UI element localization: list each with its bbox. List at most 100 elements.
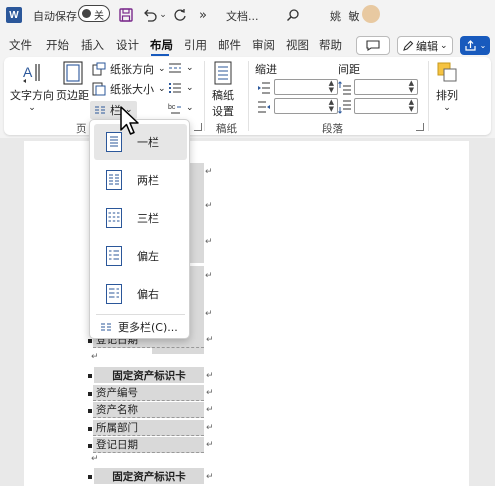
spin-arrows-icon[interactable]: ▲ ▼ xyxy=(409,80,414,94)
share-dropdown-icon: ⌄ xyxy=(479,41,487,50)
cell-mark: ↵ xyxy=(205,309,213,319)
tab-design[interactable]: 设计 xyxy=(116,37,139,53)
spin-arrows-icon[interactable]: ▲ ▼ xyxy=(329,80,334,94)
autosave-toggle[interactable]: 关 xyxy=(78,5,110,22)
tab-mailings[interactable]: 邮件 xyxy=(218,37,241,53)
tab-view[interactable]: 视图 xyxy=(286,37,309,53)
tab-layout[interactable]: 布局 xyxy=(150,37,173,53)
undo-dropdown-icon[interactable]: ⌄ xyxy=(158,5,168,25)
share-button[interactable]: ⌄ xyxy=(460,36,490,55)
svg-text:bc: bc xyxy=(168,104,176,111)
menu-item-label: 偏左 xyxy=(137,250,159,263)
menu-item-two-columns[interactable]: 两栏 xyxy=(94,162,187,198)
indent-right-icon xyxy=(258,101,270,113)
page-setup-launcher-icon[interactable] xyxy=(194,123,202,131)
menu-item-left[interactable]: 偏左 xyxy=(94,238,187,274)
spacing-label: 间距 xyxy=(338,63,360,76)
more-columns-label: 更多栏(C)... xyxy=(118,321,178,334)
margins-label: 页边距 xyxy=(56,89,89,102)
search-icon[interactable] xyxy=(284,5,302,25)
tab-references[interactable]: 引用 xyxy=(184,37,207,53)
autosave-label: 自动保存 xyxy=(33,10,77,23)
spacing-after-input[interactable]: ▲ ▼ xyxy=(354,98,418,114)
paragraph-launcher-icon[interactable] xyxy=(416,123,424,131)
text-direction-label: 文字方向 xyxy=(10,89,54,102)
text-direction-button[interactable]: A 文字方向 ⌄ xyxy=(10,61,54,113)
margins-icon xyxy=(62,61,83,85)
arrange-label: 排列 xyxy=(436,89,458,102)
table-row: 所属部门 xyxy=(93,420,204,436)
hyphenation-button[interactable]: bc ⌄ xyxy=(168,101,194,115)
page-setup-group-label: 页 xyxy=(76,123,87,135)
menu-separator xyxy=(96,314,185,315)
bullet-marker xyxy=(88,427,92,431)
chevron-down-icon: ⌄ xyxy=(28,103,36,113)
size-button[interactable]: 纸张大小 ⌄ xyxy=(92,81,166,97)
menu-item-three-columns[interactable]: 三栏 xyxy=(94,200,187,236)
spacing-before-icon xyxy=(338,81,351,95)
text-direction-icon: A xyxy=(23,64,40,83)
menu-item-label: 三栏 xyxy=(137,212,159,225)
active-tab-indicator xyxy=(151,54,169,56)
tab-review[interactable]: 审阅 xyxy=(252,37,275,53)
orientation-button[interactable]: 纸张方向 ⌄ xyxy=(92,61,166,77)
cell-mark: ↵ xyxy=(205,271,213,281)
comment-button[interactable] xyxy=(356,36,390,55)
paper-size-icon xyxy=(92,82,106,96)
word-app-icon: W xyxy=(6,7,22,23)
svg-text:A: A xyxy=(23,64,33,80)
cell-mark: ↵ xyxy=(206,371,214,381)
table-row: 登记日期 xyxy=(93,437,204,453)
more-commands-icon[interactable]: » xyxy=(196,5,210,25)
mouse-cursor-icon xyxy=(120,106,139,135)
cell-mark: ↵ xyxy=(206,405,214,415)
table-row: 资产名称 xyxy=(93,402,204,418)
card-title: 固定资产标识卡 xyxy=(94,367,204,383)
tab-help[interactable]: 帮助 xyxy=(319,37,342,53)
editing-mode-button[interactable]: 编辑 ⌄ xyxy=(397,36,453,55)
cell-mark: ↵ xyxy=(206,472,214,482)
tab-insert[interactable]: 插入 xyxy=(81,37,104,53)
group-divider xyxy=(248,61,249,131)
avatar[interactable] xyxy=(362,5,380,23)
redo-icon[interactable] xyxy=(171,5,189,25)
draft-paper-label-line1: 稿纸 xyxy=(212,89,234,102)
menu-item-more-columns[interactable]: 更多栏(C)... xyxy=(100,319,178,335)
bullet-marker xyxy=(88,409,92,413)
breaks-button[interactable]: ⌄ xyxy=(168,61,194,75)
group-divider xyxy=(428,61,429,131)
bullet-marker xyxy=(88,374,92,378)
margins-button[interactable]: 页边距 xyxy=(56,61,89,103)
title-bar: W 自动保存 关 ⌄ » 文档... 姚 敏 xyxy=(0,0,495,32)
draft-paper-button[interactable]: 稿纸 设置 xyxy=(212,61,234,119)
comment-icon xyxy=(366,40,380,51)
save-icon[interactable] xyxy=(117,5,135,25)
spacing-before-input[interactable]: ▲ ▼ xyxy=(354,79,418,95)
group-divider xyxy=(204,61,205,131)
tab-home[interactable]: 开始 xyxy=(46,37,69,53)
cell-mark: ↵ xyxy=(206,423,214,433)
document-title[interactable]: 文档... xyxy=(226,8,259,24)
tab-file[interactable]: 文件 xyxy=(9,37,32,53)
user-name[interactable]: 姚 敏 xyxy=(330,8,362,24)
spin-arrows-icon[interactable]: ▲ ▼ xyxy=(329,99,334,113)
indent-left-icon xyxy=(258,82,270,94)
arrange-button[interactable]: 排列 ⌄ xyxy=(436,61,458,113)
spin-arrows-icon[interactable]: ▲ ▼ xyxy=(409,99,414,113)
menu-item-right[interactable]: 偏右 xyxy=(94,276,187,312)
undo-icon[interactable] xyxy=(140,5,158,25)
line-numbers-button[interactable]: ⌄ xyxy=(168,81,194,95)
paragraph-mark: ↵ xyxy=(91,352,99,362)
size-label: 纸张大小 xyxy=(110,83,154,96)
chevron-down-icon: ⌄ xyxy=(186,83,194,93)
spacing-after-icon xyxy=(338,100,351,114)
cell-mark: ↵ xyxy=(206,440,214,450)
indent-right-input[interactable]: ▲ ▼ xyxy=(274,98,338,114)
draft-paper-label-line2: 设置 xyxy=(212,105,234,118)
chevron-down-icon: ⌄ xyxy=(443,103,451,113)
columns-icon xyxy=(95,106,105,114)
menu-item-label: 两栏 xyxy=(137,174,159,187)
indent-left-input[interactable]: ▲ ▼ xyxy=(274,79,338,95)
field-label: 登记日期 xyxy=(96,439,138,451)
cell-mark: ↵ xyxy=(206,388,214,398)
